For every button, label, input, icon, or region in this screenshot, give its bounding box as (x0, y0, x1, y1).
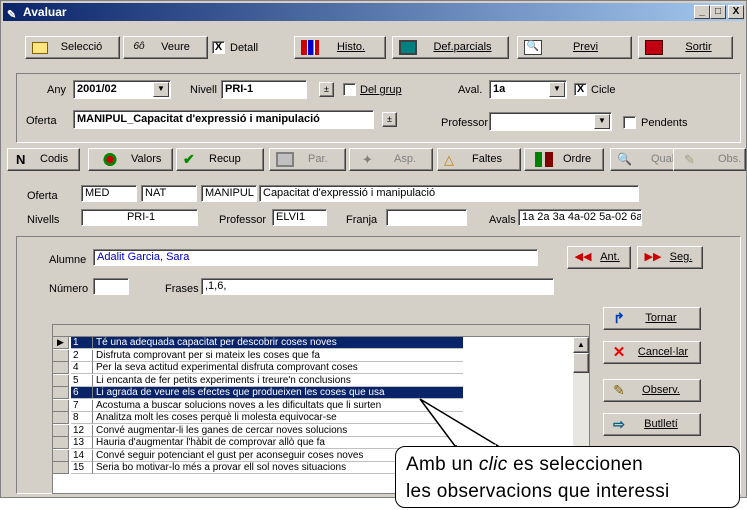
callout-box: Amb un clic es seleccionen les observaci… (395, 446, 740, 508)
callout-text-post: es seleccionen (507, 454, 643, 475)
callout-text-em: clic (478, 454, 508, 475)
callout-pointer (419, 398, 501, 448)
callout-line1: Amb un clic es seleccionen (406, 451, 739, 478)
callout-line2: les observacions que interessi (406, 481, 670, 502)
callout-text-pre: Amb un (406, 454, 479, 475)
